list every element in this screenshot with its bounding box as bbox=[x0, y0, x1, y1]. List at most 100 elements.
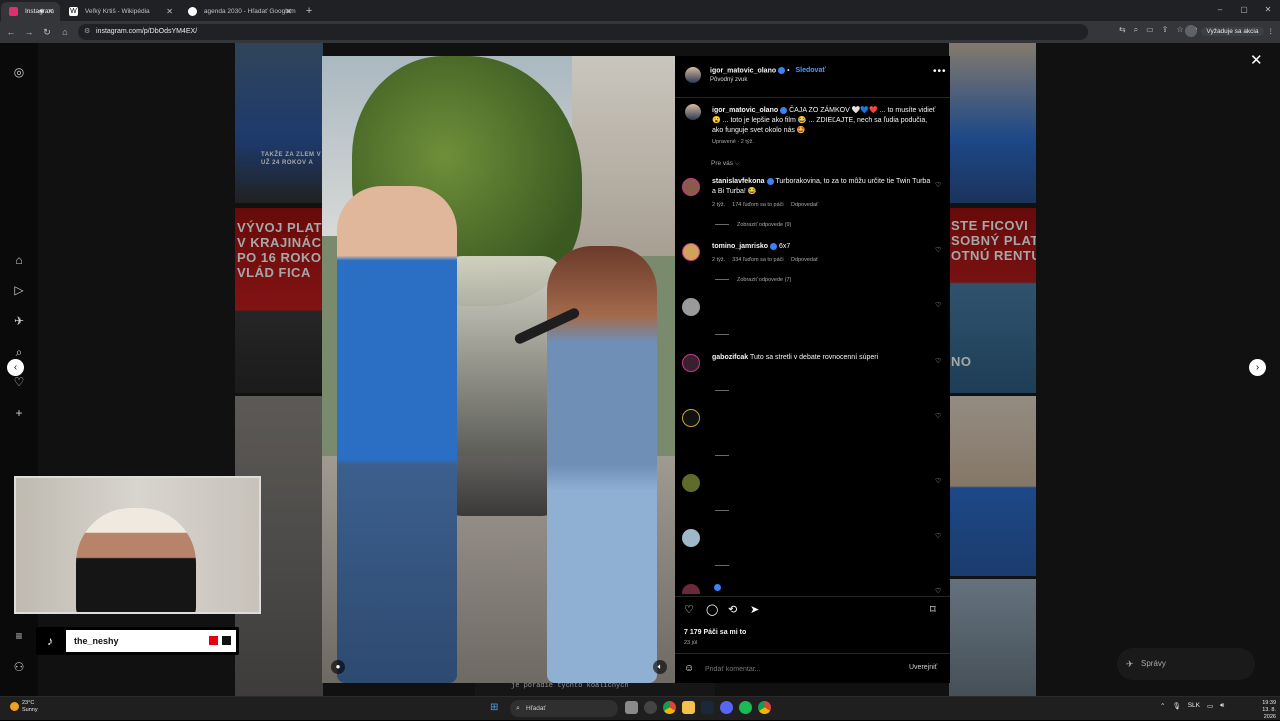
view-replies-button[interactable]: Zobraziť odpovede (7) bbox=[715, 277, 791, 283]
author-username[interactable]: igor_matovic_olano bbox=[710, 67, 776, 74]
reply-button[interactable]: Odpovedať bbox=[791, 202, 818, 208]
network-icon[interactable]: ▭ bbox=[1207, 702, 1213, 710]
like-comment-icon[interactable]: ♡ bbox=[935, 587, 941, 594]
clock[interactable]: 19:39 13. 8. 2026 bbox=[1250, 700, 1276, 721]
weather-widget[interactable]: 23°C Sunny bbox=[10, 700, 38, 714]
obs-icon[interactable] bbox=[644, 701, 657, 714]
microphone-icon[interactable]: 🎙︎ bbox=[1172, 702, 1180, 710]
close-window-button[interactable]: ✕ bbox=[1256, 0, 1280, 21]
view-replies-button[interactable] bbox=[715, 508, 737, 514]
windows-start-icon[interactable]: ⊞ bbox=[490, 702, 502, 714]
messages-nav-icon[interactable]: ✈ bbox=[12, 314, 26, 328]
like-comment-icon[interactable]: ♡ bbox=[935, 357, 941, 365]
notifications-nav-icon[interactable]: ♡ bbox=[12, 375, 26, 389]
task-view-icon[interactable] bbox=[625, 701, 638, 714]
comment-avatar[interactable] bbox=[682, 243, 700, 261]
author-avatar[interactable] bbox=[685, 67, 701, 83]
home-nav-icon[interactable]: ⌂ bbox=[12, 253, 26, 267]
speaker-icon[interactable]: 🔊︎ bbox=[39, 2, 43, 21]
view-replies-button[interactable] bbox=[715, 563, 737, 569]
tab-instagram[interactable]: Instagram 🔊︎ ✕ bbox=[1, 2, 60, 21]
share-icon[interactable]: ➤ bbox=[750, 603, 759, 616]
maximize-button[interactable]: ▢ bbox=[1232, 0, 1256, 21]
next-post-button[interactable]: › bbox=[1249, 359, 1266, 376]
action-required-button[interactable]: Vyžaduje sa akcia bbox=[1201, 26, 1264, 36]
reply-button[interactable]: Odpovedať bbox=[791, 257, 818, 263]
comment-avatar[interactable] bbox=[682, 178, 700, 196]
threads-nav-icon[interactable]: ⚇ bbox=[12, 660, 26, 674]
comment-likes[interactable]: 174 ľuďom sa to páči bbox=[732, 202, 783, 208]
bookmark-star-icon[interactable]: ☆ bbox=[1176, 25, 1183, 35]
tab-wikipedia[interactable]: W Veľký Krtiš - Wikipédia ✕ bbox=[61, 2, 179, 21]
more-options-icon[interactable]: ••• bbox=[933, 66, 947, 77]
repost-icon[interactable]: ⟲ bbox=[728, 603, 737, 616]
post-comment-button[interactable]: Uverejniť bbox=[909, 664, 937, 671]
close-tab-icon[interactable]: ✕ bbox=[166, 2, 173, 21]
comment-avatar[interactable] bbox=[682, 354, 700, 372]
follow-button[interactable]: Sledovať bbox=[796, 67, 826, 74]
tab-google[interactable]: agenda 2030 - Hľadať Googlom ✕ bbox=[180, 2, 298, 21]
search-nav-icon[interactable]: ⌕ bbox=[12, 345, 26, 359]
emoji-icon[interactable]: ☺ bbox=[684, 663, 694, 674]
tray-overflow-icon[interactable]: ⌃ bbox=[1160, 702, 1165, 710]
file-explorer-icon[interactable] bbox=[682, 701, 695, 714]
language-indicator[interactable]: SLK bbox=[1188, 702, 1200, 710]
comment-username[interactable]: gabozifcak bbox=[712, 354, 748, 361]
comment-input[interactable] bbox=[705, 663, 895, 675]
save-icon[interactable]: ⌑ bbox=[930, 603, 936, 616]
chrome-profile-icon[interactable] bbox=[758, 701, 771, 714]
more-menu-icon[interactable]: ≡ bbox=[12, 629, 26, 643]
close-modal-icon[interactable]: ✕ bbox=[1250, 51, 1263, 69]
discord-icon[interactable] bbox=[720, 701, 733, 714]
menu-icon[interactable]: ⋮ bbox=[1268, 27, 1275, 35]
comment-avatar[interactable] bbox=[682, 474, 700, 492]
tagged-users-icon[interactable]: ● bbox=[331, 660, 345, 674]
reload-icon[interactable]: ↻ bbox=[38, 27, 56, 38]
view-replies-button[interactable]: Zobraziť odpovede (9) bbox=[715, 222, 791, 228]
reels-nav-icon[interactable]: ▷ bbox=[12, 283, 26, 297]
like-comment-icon[interactable]: ♡ bbox=[935, 532, 941, 540]
minimize-button[interactable]: – bbox=[1208, 0, 1232, 21]
view-replies-button[interactable] bbox=[715, 332, 737, 338]
like-comment-icon[interactable]: ♡ bbox=[935, 246, 941, 254]
profile-avatar[interactable] bbox=[1185, 25, 1198, 37]
comment-username[interactable]: stanislavfekona bbox=[712, 178, 765, 185]
close-tab-icon[interactable]: ✕ bbox=[47, 2, 54, 21]
reel-video[interactable]: ● 🔈︎ bbox=[322, 56, 675, 683]
share-icon[interactable]: ⇪ bbox=[1162, 25, 1169, 35]
like-icon[interactable]: ♡ bbox=[684, 603, 694, 616]
comment-avatar[interactable] bbox=[682, 298, 700, 316]
site-info-icon[interactable]: ⚙ bbox=[84, 24, 90, 40]
comment-avatar[interactable] bbox=[682, 409, 700, 427]
like-comment-icon[interactable]: ♡ bbox=[935, 477, 941, 485]
likes-count[interactable]: 7 179 Páči sa mi to bbox=[684, 629, 746, 636]
caption-username[interactable]: igor_matovic_olano bbox=[712, 107, 778, 114]
audio-muted-icon[interactable]: 🔈︎ bbox=[653, 660, 667, 674]
new-tab-button[interactable]: + bbox=[298, 2, 320, 21]
instagram-logo-icon[interactable]: ◎ bbox=[12, 65, 26, 79]
previous-post-button[interactable]: ‹ bbox=[7, 359, 24, 376]
steam-icon[interactable] bbox=[701, 701, 714, 714]
like-comment-icon[interactable]: ♡ bbox=[935, 412, 941, 420]
chrome-icon[interactable] bbox=[663, 701, 676, 714]
like-comment-icon[interactable]: ♡ bbox=[935, 301, 941, 309]
create-nav-icon[interactable]: + bbox=[12, 406, 26, 420]
comment-username[interactable]: tomino_jamrisko bbox=[712, 243, 768, 250]
comment-avatar[interactable] bbox=[682, 529, 700, 547]
comment-icon[interactable]: ◯ bbox=[706, 603, 718, 616]
zoom-icon[interactable]: ⌕ bbox=[1134, 25, 1138, 35]
comment-sort-dropdown[interactable]: Pre vás ⌵ bbox=[711, 160, 740, 168]
spotify-icon[interactable] bbox=[739, 701, 752, 714]
caption-avatar[interactable] bbox=[685, 104, 701, 120]
back-icon[interactable]: ← bbox=[2, 27, 20, 37]
taskbar-search[interactable]: ⌕ Hľadať bbox=[510, 700, 618, 717]
messages-button[interactable]: ✈ Správy bbox=[1117, 648, 1255, 680]
address-bar[interactable]: ⚙ instagram.com/p/DbOdsYM4EX/ bbox=[78, 24, 1088, 40]
original-audio-link[interactable]: Pôvodný zvuk bbox=[710, 77, 747, 83]
cast-icon[interactable]: ▭ bbox=[1146, 25, 1154, 35]
view-replies-button[interactable] bbox=[715, 453, 737, 459]
volume-icon[interactable]: 🔊︎ bbox=[1220, 702, 1224, 710]
home-icon[interactable]: ⌂ bbox=[56, 27, 74, 37]
close-tab-icon[interactable]: ✕ bbox=[285, 2, 292, 21]
comment-likes[interactable]: 334 ľuďom sa to páči bbox=[732, 257, 783, 263]
